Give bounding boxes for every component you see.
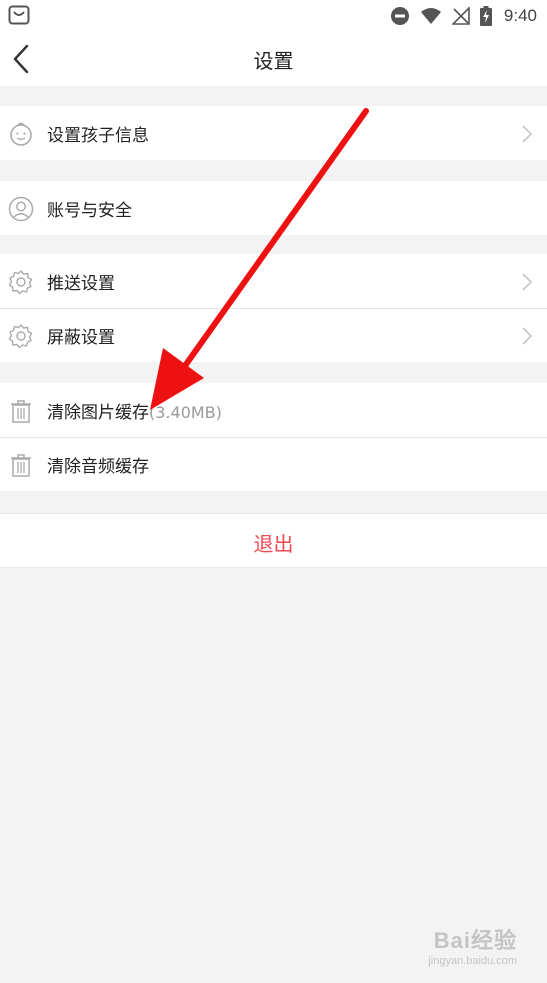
- settings-item-label: 屏蔽设置: [47, 328, 115, 348]
- status-bar: 9:40: [0, 0, 547, 32]
- settings-item-account-security[interactable]: 账号与安全: [0, 181, 547, 235]
- chevron-right-icon: [522, 273, 533, 291]
- settings-item-label: 推送设置: [47, 274, 115, 294]
- watermark-url: jingyan.baidu.com: [428, 955, 517, 967]
- cache-size-value: (3.40MB): [149, 403, 222, 422]
- settings-item-label: 账号与安全: [47, 201, 132, 221]
- logout-button[interactable]: 退出: [0, 513, 547, 568]
- settings-item-block[interactable]: 屏蔽设置: [0, 308, 547, 362]
- settings-item-label: 设置孩子信息: [47, 126, 149, 146]
- settings-group-account: 账号与安全: [0, 181, 547, 235]
- chevron-right-icon: [522, 125, 533, 143]
- battery-charging-icon: [479, 6, 492, 26]
- trash-icon: [11, 454, 31, 477]
- settings-item-label-text: 清除图片缓存: [47, 403, 149, 423]
- trash-icon: [11, 400, 31, 423]
- status-icons: 9:40: [390, 4, 537, 28]
- page-title: 设置: [253, 49, 294, 73]
- settings-item-child-info[interactable]: 设置孩子信息: [0, 106, 547, 160]
- chevron-right-icon: [522, 327, 533, 345]
- nav-bar: 设置: [0, 32, 547, 86]
- settings-item-clear-image-cache[interactable]: 清除图片缓存(3.40MB): [0, 383, 547, 437]
- settings-item-label: 清除音频缓存: [47, 457, 149, 477]
- shopping-bag-icon: [8, 5, 30, 25]
- watermark: Bai经验 jingyan.baidu.com: [428, 923, 517, 967]
- status-time: 9:40: [503, 6, 537, 25]
- settings-group-child: 设置孩子信息: [0, 106, 547, 160]
- wifi-icon: [420, 8, 441, 24]
- settings-item-label: 清除图片缓存(3.40MB): [47, 398, 222, 423]
- gear-icon: [8, 270, 33, 295]
- user-icon: [8, 196, 34, 222]
- watermark-logo: Bai经验: [433, 928, 517, 953]
- no-signal-icon: [451, 7, 470, 25]
- logout-label: 退出: [253, 532, 294, 556]
- do-not-disturb-icon: [390, 7, 409, 25]
- settings-item-clear-audio-cache[interactable]: 清除音频缓存: [0, 437, 547, 491]
- gear-icon: [8, 324, 33, 349]
- settings-group-notifications: 推送设置 屏蔽设置: [0, 254, 547, 362]
- settings-group-cache: 清除图片缓存(3.40MB) 清除音频缓存: [0, 383, 547, 491]
- settings-item-push[interactable]: 推送设置: [0, 254, 547, 308]
- baby-face-icon: [10, 122, 32, 146]
